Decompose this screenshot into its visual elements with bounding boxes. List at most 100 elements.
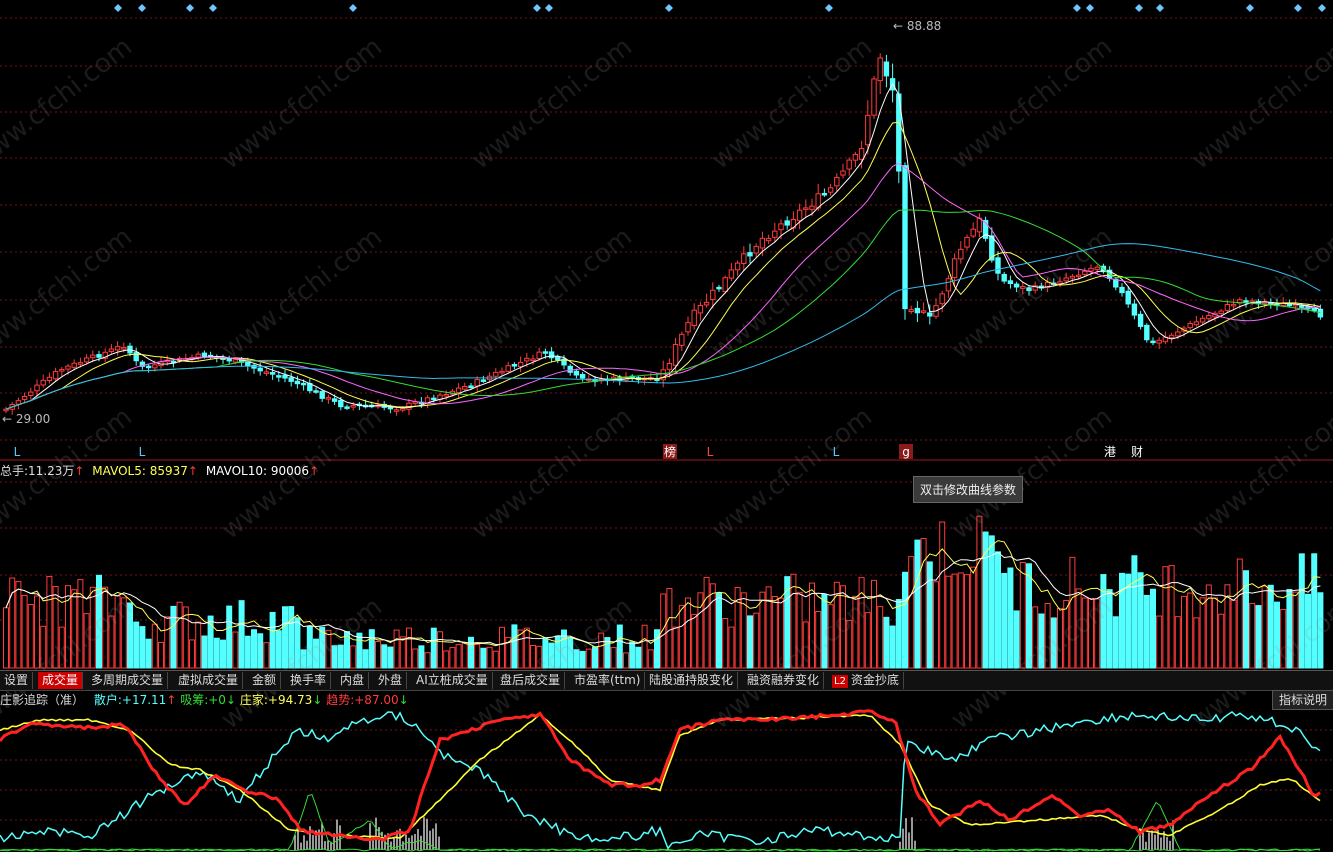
watermark-text: www.cfchi.com <box>946 402 1118 546</box>
indicator-explain-button[interactable]: 指标说明 <box>1272 690 1333 710</box>
watermark-text: www.cfchi.com <box>216 32 388 176</box>
tab-inner-volume[interactable]: 内盘 <box>336 672 370 689</box>
watermark-text: www.cfchi.com <box>466 402 638 546</box>
up-arrow-icon: ↑ <box>309 464 320 478</box>
candle <box>1311 307 1317 312</box>
candle <box>567 365 573 373</box>
event-diamond-icon <box>1246 4 1254 12</box>
retail-label: 散户: <box>93 693 122 707</box>
tab-outer-volume[interactable]: 外盘 <box>374 672 408 689</box>
candle <box>1199 317 1206 323</box>
event-diamond-icon <box>545 4 553 12</box>
event-marker: 榜 <box>664 444 676 459</box>
volume-bar <box>666 587 673 669</box>
event-marker: 财 <box>1131 445 1143 459</box>
candle <box>1007 280 1014 285</box>
candle <box>201 352 208 358</box>
volume-bar <box>759 591 766 669</box>
watermark-text: www.cfchi.com <box>946 222 1118 366</box>
candle <box>685 322 691 333</box>
candle <box>691 309 697 327</box>
volume-bar <box>902 571 908 669</box>
volume-bar <box>21 594 28 669</box>
event-diamond-icon <box>114 4 122 12</box>
tab-margin[interactable]: 融资融券变化 <box>743 672 825 689</box>
mavol5-label: MAVOL5: <box>92 464 146 478</box>
retail-value: +17.11 <box>121 693 167 707</box>
volume-bar <box>424 652 431 669</box>
up-arrow-icon: ↑ <box>74 464 85 478</box>
candle <box>858 148 865 160</box>
tab-multi-period-volume[interactable]: 多周期成交量 <box>87 672 169 689</box>
mavol10-value: 90006 <box>270 464 310 478</box>
candle <box>796 209 803 222</box>
watermark-text: www.cfchi.com <box>0 32 138 176</box>
up-arrow-icon: ↑ <box>187 464 198 478</box>
volume-bar <box>765 586 772 669</box>
volume-bar <box>995 551 1001 669</box>
tab-settings[interactable]: 设置 <box>0 672 34 689</box>
volume-bar <box>201 635 208 669</box>
stock-chart[interactable]: ← 88.88← 29.00L L 榜 L Lg 港财www.cfchi.com www.c… <box>0 0 1333 852</box>
watermark-text: www.cfchi.com <box>1186 222 1333 366</box>
volume-total-value: 11.23万 <box>28 464 75 478</box>
volume-bar <box>412 648 419 669</box>
candle <box>493 371 499 377</box>
volume-bar <box>883 616 890 669</box>
tab-pe-ttm[interactable]: 市盈率(ttm) <box>570 672 646 689</box>
tab-amount[interactable]: 金额 <box>248 672 282 689</box>
trend-label: 趋势: <box>326 693 355 707</box>
volume-bar <box>1181 595 1187 669</box>
candle <box>325 397 332 400</box>
volume-bar <box>685 597 691 669</box>
tab-ai-volume[interactable]: AI立桩成交量 <box>412 672 493 689</box>
candle <box>276 375 282 378</box>
candle <box>288 377 294 382</box>
candle <box>697 305 704 314</box>
volume-bar <box>1007 567 1014 669</box>
volume-bar <box>399 636 406 669</box>
candle <box>83 357 90 363</box>
volume-bar <box>635 646 642 669</box>
event-diamond-icon <box>209 4 217 12</box>
volume-bar <box>381 644 388 669</box>
candle <box>1206 314 1212 320</box>
volume-bar <box>945 575 952 669</box>
candle <box>784 220 790 226</box>
candle <box>846 159 852 170</box>
candle <box>840 170 846 176</box>
volume-bar <box>418 645 425 669</box>
event-marker: L <box>139 445 146 459</box>
tab-hk-connect[interactable]: 陆股通持股变化 <box>645 672 739 689</box>
tab-volume[interactable]: 成交量 <box>38 672 84 689</box>
candle <box>52 371 59 380</box>
absorb-value: +0 <box>208 693 226 707</box>
candle <box>834 176 840 187</box>
volume-bar <box>1205 584 1212 669</box>
candle <box>672 344 679 366</box>
volume-bar <box>753 612 760 669</box>
volume-bar <box>877 606 884 669</box>
candle <box>1299 305 1305 308</box>
candle <box>1119 286 1125 294</box>
watermark-text: www.cfchi.com <box>706 32 878 176</box>
down-arrow-icon: ↓ <box>398 693 409 707</box>
volume-bar <box>703 576 710 669</box>
tab-fund-bottom[interactable]: L2 资金抄底 <box>828 672 904 689</box>
tab-virtual-volume[interactable]: 虚拟成交量 <box>174 672 244 689</box>
candle <box>294 380 301 385</box>
trend-value: +87.00 <box>354 693 399 707</box>
candle <box>499 370 505 374</box>
tab-turnover[interactable]: 换手率 <box>286 672 332 689</box>
volume-bar <box>15 581 22 669</box>
volume-bar <box>1150 588 1156 669</box>
low-price-label: ← 29.00 <box>2 412 50 426</box>
event-marker: L <box>14 445 21 459</box>
volume-bar <box>926 561 933 669</box>
candle <box>865 114 871 146</box>
candle <box>741 253 747 265</box>
candle <box>1156 339 1162 344</box>
volume-bar <box>232 631 239 669</box>
volume-bar <box>430 627 437 669</box>
tab-after-hours-volume[interactable]: 盘后成交量 <box>496 672 566 689</box>
